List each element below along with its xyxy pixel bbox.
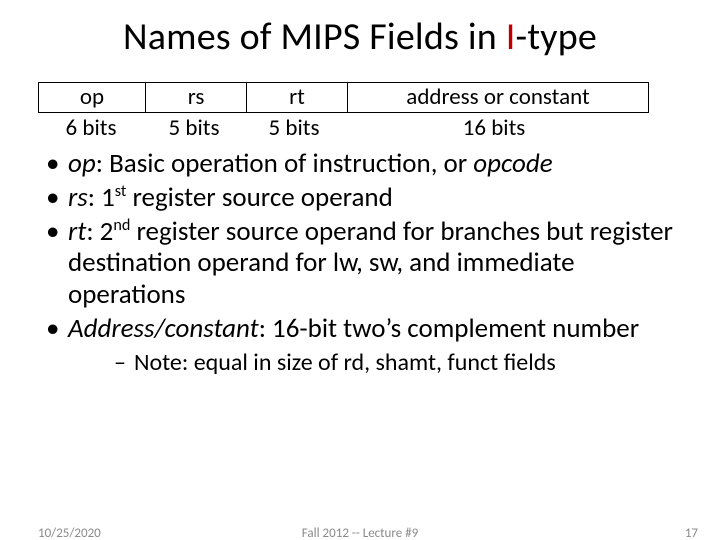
bullet-rs-pre: : 1	[88, 181, 115, 214]
bullet-rt-term: rt	[68, 215, 86, 248]
field-rs: rs	[145, 82, 246, 113]
bullet-list: op: Basic operation of instruction, or o…	[0, 148, 720, 377]
bullet-rt-pre: : 2	[86, 215, 113, 248]
bullet-rt: rt: 2nd register source operand for bran…	[46, 216, 690, 312]
slide-title: Names of MIPS Fields in I-type	[0, 0, 720, 60]
bullet-rs-rest: register source operand	[126, 181, 392, 214]
slide: Names of MIPS Fields in I-type op rs rt …	[0, 0, 720, 540]
bullet-rt-rest: register source operand for branches but…	[68, 215, 673, 312]
bullet-rs-sup: st	[115, 182, 127, 201]
bullet-addr: Address/constant: 16-bit two’s complemen…	[46, 313, 690, 377]
bullet-op-term2: opcode	[473, 147, 552, 180]
field-rt: rt	[246, 82, 347, 113]
bullet-addr-rest: : 16-bit two’s complement number	[259, 312, 639, 345]
sub-note: Note: equal in size of rd, shamt, funct …	[114, 349, 690, 377]
bullet-rt-sup: nd	[113, 216, 130, 235]
field-table: op rs rt address or constant 6 bits 5 bi…	[38, 82, 644, 142]
title-pre: Names of MIPS Fields in	[123, 14, 506, 60]
bullet-rs-term: rs	[68, 181, 88, 214]
field-op: op	[38, 82, 145, 113]
field-bits-row: 6 bits 5 bits 5 bits 16 bits	[38, 113, 644, 141]
bullet-addr-term: Address/constant	[68, 312, 259, 345]
bullet-op: op: Basic operation of instruction, or o…	[46, 148, 690, 180]
bullet-op-term: op	[68, 147, 96, 180]
bits-addr: 16 bits	[344, 113, 644, 141]
footer-page: 17	[685, 526, 698, 540]
bits-rs: 5 bits	[144, 113, 244, 141]
bullet-rs: rs: 1st register source operand	[46, 182, 690, 214]
bullet-op-rest: : Basic operation of instruction, or	[96, 147, 474, 180]
sub-list: Note: equal in size of rd, shamt, funct …	[68, 349, 690, 377]
bits-rt: 5 bits	[244, 113, 344, 141]
footer-mid: Fall 2012 -- Lecture #9	[0, 526, 720, 540]
field-addr: address or constant	[347, 82, 649, 113]
field-names-row: op rs rt address or constant	[38, 82, 644, 113]
title-accent: I	[506, 14, 516, 60]
bits-op: 6 bits	[38, 113, 144, 141]
title-post: -type	[516, 14, 597, 60]
